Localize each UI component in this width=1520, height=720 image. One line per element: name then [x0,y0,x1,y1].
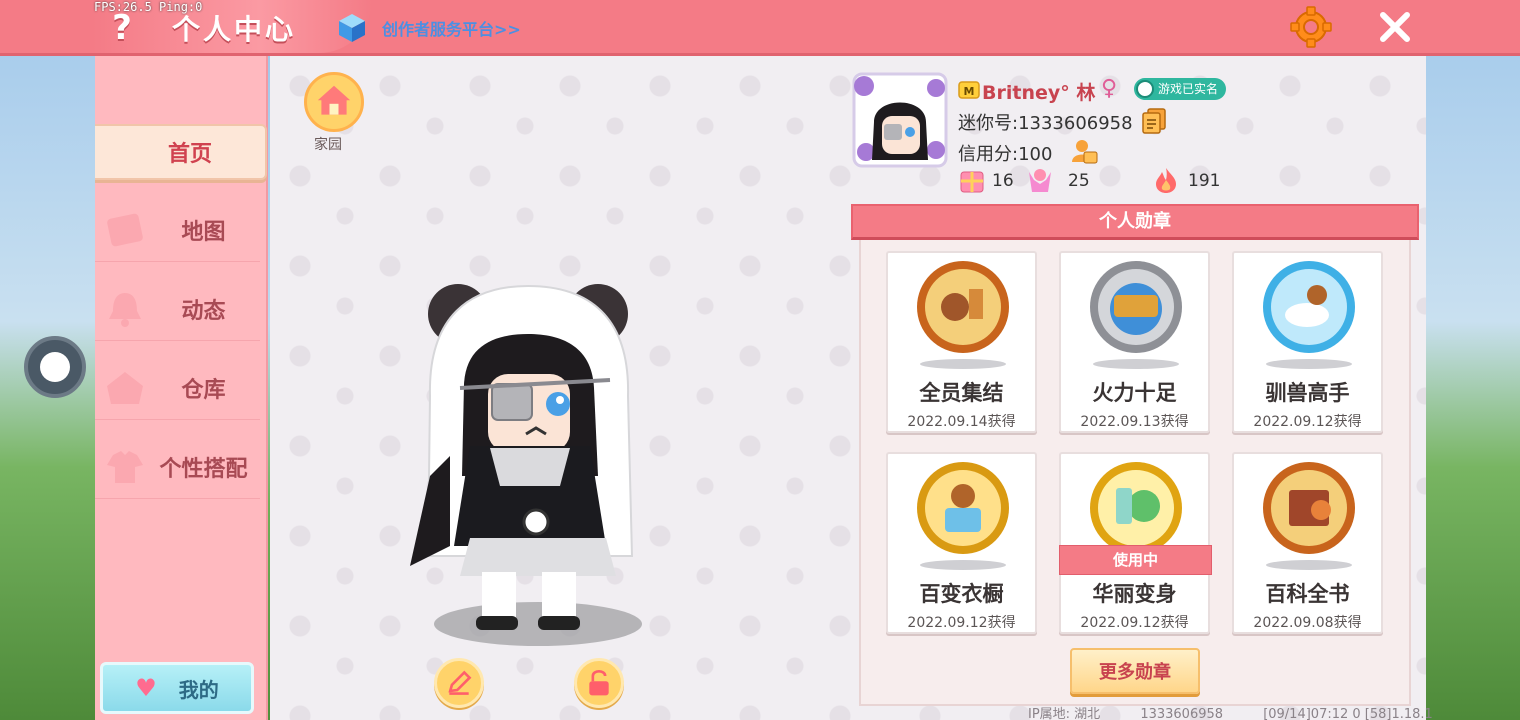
medal-shadow [1266,359,1352,369]
sidebar-item-label: 地图 [181,219,226,245]
copy-icon[interactable] [1142,108,1166,134]
sidebar-item-label: 个性搭配 [159,456,248,482]
medal-assemble-icon [917,261,1009,353]
gear-icon[interactable] [1290,6,1332,48]
fire-icon [1156,168,1176,193]
my-button[interactable]: ♥ 我的 [100,662,254,714]
ip-location: IP属地: 湖北 [1028,707,1101,720]
medal-date: 2022.09.14获得 [907,414,1016,430]
creator-platform-link[interactable]: 创作者服务平台>> [382,16,521,40]
top-bar: ? FPS:26.5 Ping:0 个人中心 创作者服务平台>> [0,0,1520,56]
medal-name: 火力十足 [1092,381,1177,405]
gift-box-icon [960,171,984,193]
outfit-icon [107,451,143,483]
realname-badge-label: 游戏已实名 [1158,82,1219,96]
stat-gift-count: 16 [992,171,1014,191]
stat-praise-count: 25 [1068,171,1090,191]
medal-date: 2022.09.13获得 [1080,414,1189,430]
sidebar-item-outfit[interactable]: 个性搭配 [95,435,260,499]
background-scene-right [1426,56,1520,720]
character-avatar-model[interactable] [410,276,650,656]
bell-icon [109,293,141,327]
medal-card[interactable]: 火力十足 2022.09.13获得 [1059,251,1210,433]
sidebar: 首页 地图 动态 仓库 个性搭配 ♥ 我的 [95,56,268,720]
footer-id: 1333606958 [1140,707,1224,720]
medal-name: 驯兽高手 [1265,381,1350,405]
footer-info: IP属地: 湖北 1333606958 [09/14]07:12 0 [58]1… [1028,703,1469,720]
medals-header: 个人勋章 [851,204,1419,240]
warehouse-icon [107,372,143,404]
my-button-label: 我的 [178,677,219,702]
sidebar-item-storage[interactable]: 仓库 [95,356,260,420]
sidebar-item-home[interactable]: 首页 [95,124,267,180]
medal-card[interactable]: 使用中 华丽变身 2022.09.12获得 [1059,452,1212,634]
medal-tamer-icon [1263,261,1355,353]
close-icon[interactable] [1376,8,1414,46]
medal-card[interactable]: 全员集结 2022.09.14获得 [886,251,1037,433]
medal-name: 百变衣橱 [919,582,1004,606]
medal-name: 华丽变身 [1092,582,1177,606]
praise-icon [1029,169,1051,192]
credit-user-icon[interactable] [1070,138,1098,164]
map-icon [107,213,143,247]
medal-firepower-icon [1090,261,1182,353]
medal-transform-icon [1090,462,1182,554]
medal-card[interactable]: 驯兽高手 2022.09.12获得 [1232,251,1383,433]
medal-card[interactable]: 百变衣橱 2022.09.12获得 [886,452,1037,634]
sidebar-item-label: 动态 [181,298,226,324]
heart-icon: ♥ [135,674,157,702]
medal-date: 2022.09.12获得 [1080,615,1189,631]
medal-date: 2022.09.08获得 [1253,615,1362,631]
medal-card[interactable]: 百科全书 2022.09.08获得 [1232,452,1383,634]
medal-name: 百科全书 [1265,582,1350,606]
nickname: Britney° 林 [982,82,1096,104]
stat-fire-count: 191 [1188,171,1221,191]
sidebar-item-label: 首页 [167,142,212,167]
more-medals-button[interactable]: 更多勋章 [1070,648,1200,694]
sidebar-item-feed[interactable]: 动态 [95,277,260,341]
unlock-button[interactable] [574,658,624,708]
in-use-tag: 使用中 [1059,545,1212,575]
edit-button[interactable] [434,658,484,708]
verified-user-icon [1136,80,1154,98]
help-icon[interactable]: ? [104,8,140,48]
realname-verified-badge: 游戏已实名 [1134,78,1227,100]
mini-id: 迷你号:1333606958 [958,113,1133,134]
medal-shadow [1266,560,1352,570]
medal-date: 2022.09.12获得 [1253,414,1362,430]
medal-name: 全员集结 [919,381,1004,405]
credit-score: 信用分:100 [958,144,1053,165]
medal-encyclopedia-icon [1263,462,1355,554]
medal-date: 2022.09.12获得 [907,615,1016,631]
female-gender-icon: ♀ [1101,76,1118,101]
sidebar-item-map[interactable]: 地图 [95,198,260,262]
medal-shadow [920,560,1006,570]
medal-shadow [1093,359,1179,369]
home-label: 家园 [314,137,342,153]
home-button[interactable] [304,72,364,132]
cube-icon[interactable] [336,12,368,44]
sidebar-item-label: 仓库 [181,377,226,403]
medal-wardrobe-icon [917,462,1009,554]
vip-badge-icon: M [958,81,980,99]
page-title: 个人中心 [172,13,297,46]
floating-assistive-ball[interactable] [24,336,86,398]
profile-avatar[interactable] [850,70,950,170]
version-info: [09/14]07:12 0 [58]1.18.1 [1263,707,1433,720]
svg-text:M: M [964,85,975,98]
medal-shadow [920,359,1006,369]
